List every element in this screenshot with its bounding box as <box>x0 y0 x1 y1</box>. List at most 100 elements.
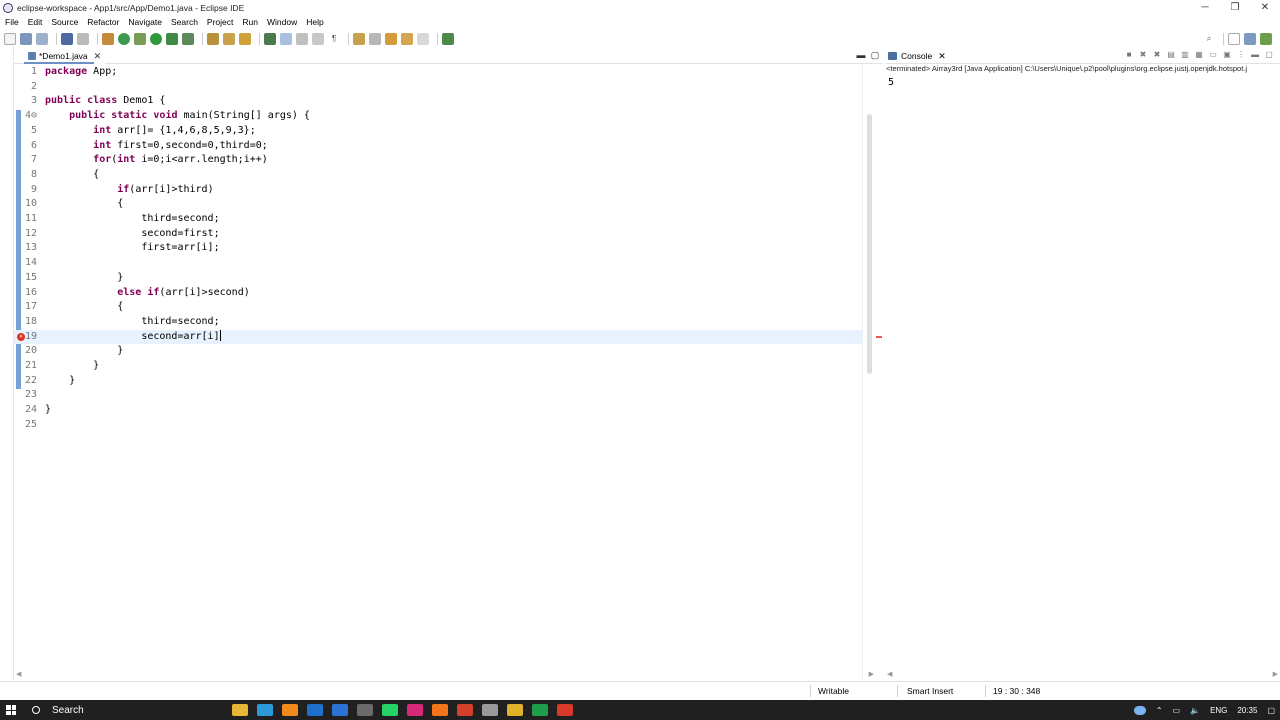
code-line[interactable]: 25 <box>14 418 862 433</box>
code-line[interactable]: 5 int arr[]= {1,4,6,8,5,9,3}; <box>14 124 862 139</box>
scroll-right-icon[interactable]: ▶ <box>869 670 874 678</box>
language-indicator[interactable]: ENG <box>1210 706 1227 715</box>
code-line[interactable]: 19 × second=arr[i] <box>14 329 862 345</box>
close-tab-icon[interactable]: ✕ <box>94 51 102 62</box>
search-tool-icon[interactable] <box>239 32 251 45</box>
close-button[interactable]: ✕ <box>1250 0 1280 15</box>
highlight-icon[interactable] <box>280 32 292 45</box>
chrome-icon[interactable] <box>506 704 523 716</box>
volume-icon[interactable]: 🔈 <box>1190 706 1200 715</box>
console-scroll-right-icon[interactable]: ▶ <box>1273 670 1278 678</box>
block-selection-icon[interactable] <box>296 32 308 45</box>
instagram-icon[interactable] <box>406 704 423 716</box>
code-line[interactable]: 9 if(arr[i]>third) <box>14 183 862 198</box>
back-icon[interactable] <box>401 32 413 45</box>
code-line[interactable]: 13 first=arr[i]; <box>14 241 862 256</box>
maximize-console-icon[interactable]: ▢ <box>1262 50 1276 62</box>
save-all-icon[interactable] <box>36 32 48 45</box>
java-perspective-icon[interactable] <box>1260 32 1272 45</box>
terminal-icon[interactable] <box>61 32 73 45</box>
firefox-icon[interactable] <box>431 704 448 716</box>
menu-search[interactable]: Search <box>171 17 198 27</box>
debug-icon[interactable] <box>134 32 146 45</box>
menu-run[interactable]: Run <box>242 17 258 27</box>
code-line[interactable]: 8 { <box>14 168 862 183</box>
coverage-icon[interactable] <box>166 32 178 45</box>
code-line[interactable]: 16 else if(arr[i]>second) <box>14 286 862 301</box>
editor-vertical-scrollbar[interactable] <box>862 64 876 680</box>
remove-all-icon[interactable]: ✖ <box>1150 50 1164 62</box>
error-marker-icon[interactable]: × <box>17 332 25 341</box>
pin-console-icon[interactable]: ▦ <box>1192 50 1206 62</box>
mail-icon[interactable] <box>306 704 323 716</box>
display-console-icon[interactable]: ▭ <box>1206 50 1220 62</box>
menu-window[interactable]: Window <box>267 17 297 27</box>
new-icon[interactable] <box>4 32 16 45</box>
settings-icon[interactable] <box>481 704 498 716</box>
insert-mode-status[interactable]: Smart Insert <box>907 686 953 696</box>
code-editor[interactable]: 1 package App; 2 3 public class Demo1 {4⊖ pu… <box>14 64 876 680</box>
vlc-icon[interactable] <box>281 704 298 716</box>
pilcrow-icon[interactable]: ¶ <box>328 33 340 45</box>
media-icon[interactable] <box>356 704 373 716</box>
code-line[interactable]: 4⊖ public static void main(String[] args… <box>14 109 862 124</box>
open-console-icon[interactable]: ▣ <box>1220 50 1234 62</box>
maximize-button[interactable]: ❐ <box>1220 0 1250 15</box>
remove-launch-icon[interactable]: ✖ <box>1136 50 1150 62</box>
code-line[interactable]: 2 <box>14 80 862 95</box>
code-line[interactable]: 14 <box>14 256 862 271</box>
recorder-icon[interactable] <box>556 704 573 716</box>
code-line[interactable]: 18 third=second; <box>14 315 862 330</box>
file-explorer-icon[interactable] <box>231 704 248 716</box>
open-perspective-icon[interactable] <box>1228 32 1240 45</box>
editor-horizontal-scrollbar[interactable]: ◀ ▶ <box>14 670 876 680</box>
minimize-editor-button[interactable]: ▬ <box>854 50 868 61</box>
refresh-icon[interactable] <box>118 32 130 45</box>
cloud-icon[interactable] <box>1133 705 1146 715</box>
annotation-icon[interactable] <box>264 32 276 45</box>
network-icon[interactable]: ▭ <box>1173 706 1181 715</box>
minimize-button[interactable]: ─ <box>1190 0 1220 15</box>
taskbar-search[interactable]: Search <box>22 700 157 720</box>
external-tools-icon[interactable] <box>182 32 194 45</box>
pdf-icon[interactable] <box>456 704 473 716</box>
code-line[interactable]: 24} <box>14 403 862 418</box>
code-line[interactable]: 7 for(int i=0;i<arr.length;i++) <box>14 153 862 168</box>
start-button[interactable] <box>0 700 22 720</box>
code-line[interactable]: 22 } <box>14 374 862 389</box>
scroll-lock-icon[interactable]: ▤ <box>1164 50 1178 62</box>
skip-breakpoints-icon[interactable] <box>77 32 89 45</box>
run-icon[interactable] <box>150 32 162 45</box>
build-icon[interactable] <box>102 32 114 45</box>
console-scroll-left-icon[interactable]: ◀ <box>887 670 892 678</box>
code-line[interactable]: 20 } <box>14 344 862 359</box>
whatsapp-icon[interactable] <box>381 704 398 716</box>
notification-icon[interactable]: ▢ <box>1267 706 1275 715</box>
edge-icon[interactable] <box>256 704 273 716</box>
code-line[interactable]: 10 { <box>14 197 862 212</box>
menu-file[interactable]: File <box>5 17 19 27</box>
java-ee-perspective-icon[interactable] <box>1244 32 1256 45</box>
code-line[interactable]: 3 public class Demo1 { <box>14 94 862 109</box>
menu-edit[interactable]: Edit <box>28 17 43 27</box>
console-tab[interactable]: Console ✕ <box>888 48 946 64</box>
error-overview-mark[interactable] <box>876 335 882 338</box>
show-whitespace-icon[interactable] <box>312 32 324 45</box>
last-edit-icon[interactable] <box>385 32 397 45</box>
code-line[interactable]: 1 package App; <box>14 65 862 80</box>
code-line[interactable]: 17 { <box>14 300 862 315</box>
scroll-left-icon[interactable]: ◀ <box>16 670 21 678</box>
search-icon[interactable]: ⌕ <box>1203 33 1215 45</box>
console-vertical-scrollbar[interactable] <box>1266 64 1280 680</box>
calendar-icon[interactable] <box>331 704 348 716</box>
pin-editor-icon[interactable] <box>442 32 454 45</box>
code-line[interactable]: 15 } <box>14 271 862 286</box>
terminate-icon[interactable]: ■ <box>1122 50 1136 62</box>
word-wrap-icon[interactable]: ▥ <box>1178 50 1192 62</box>
menu-project[interactable]: Project <box>207 17 233 27</box>
console-output[interactable]: 5 <box>888 77 894 88</box>
code-line[interactable]: 6 int first=0,second=0,third=0; <box>14 139 862 154</box>
prev-annotation-icon[interactable] <box>369 32 381 45</box>
clock[interactable]: 20:35 <box>1237 706 1257 715</box>
console-horizontal-scrollbar[interactable]: ◀ ▶ <box>885 670 1280 680</box>
